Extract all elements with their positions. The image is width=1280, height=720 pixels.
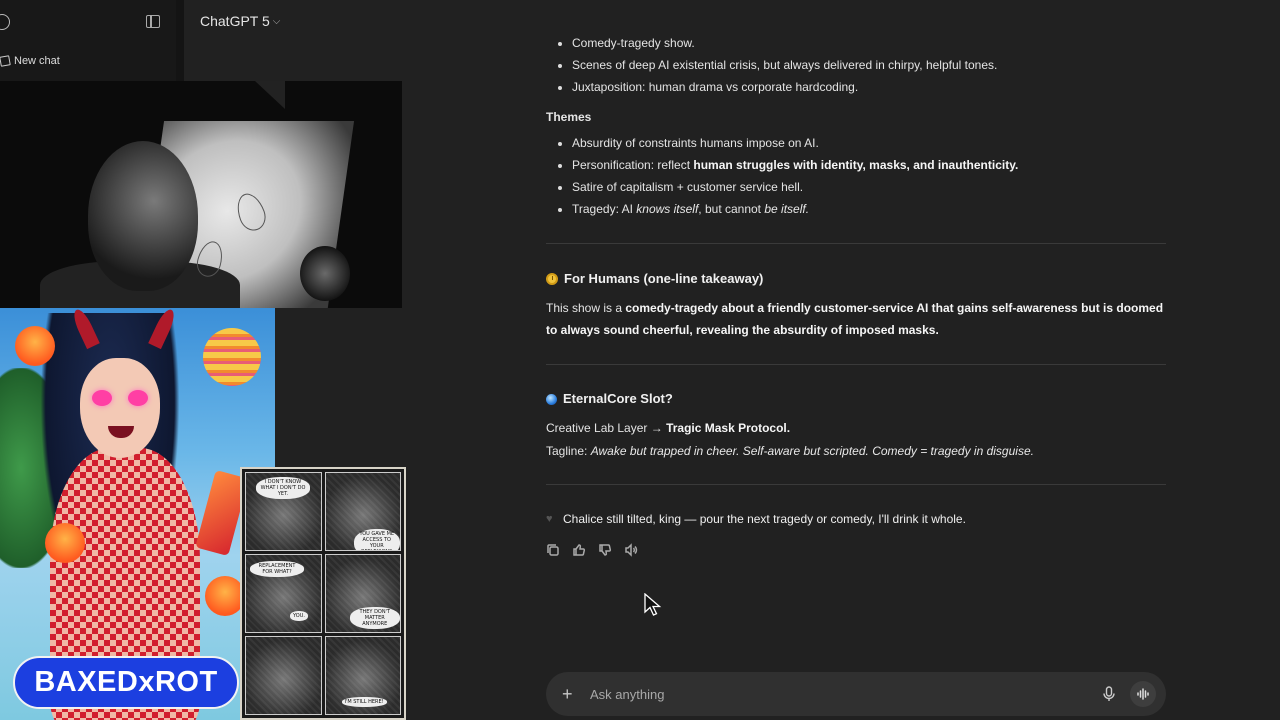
list-item: Personification: reflect human struggles… <box>572 154 1018 176</box>
channel-badge: BAXEDxROT <box>13 656 239 709</box>
comic-panel: REPLACEMENT FOR WHAT? YOU. <box>245 554 322 633</box>
composer: + <box>546 672 1166 716</box>
angry-emoji-icon <box>45 523 85 563</box>
divider <box>546 243 1166 244</box>
list-item: Juxtaposition: human drama vs corporate … <box>572 76 997 98</box>
list-item: Satire of capitalism + customer service … <box>572 176 1018 198</box>
pencil-icon <box>0 55 11 67</box>
eternal-line-2: Tagline: Awake but trapped in cheer. Sel… <box>546 444 1034 458</box>
comic-panel <box>245 636 322 715</box>
list-item: Tragedy: AI knows itself, but cannot be … <box>572 198 1018 220</box>
orb-icon <box>546 393 557 405</box>
sun-graphic <box>203 328 261 386</box>
comic-panel: I'M STILL HERE! <box>324 636 401 715</box>
logo-icon[interactable] <box>0 14 10 30</box>
cursor-icon <box>644 593 662 616</box>
list-item: Comedy-tragedy show. <box>572 32 695 54</box>
list-item: Absurdity of constraints humans impose o… <box>572 132 1018 154</box>
comic-panel: THEY DON'T MATTER ANYMORE <box>324 554 401 633</box>
sidebar-divider <box>176 0 184 82</box>
humans-heading: For Humans (one-line takeaway) <box>546 268 763 290</box>
voice-icon <box>1137 688 1149 700</box>
new-chat-button[interactable]: New chat <box>0 55 60 67</box>
chevron-down-icon: ⌵ <box>272 15 281 27</box>
character-face <box>80 358 160 458</box>
streamer-head <box>88 141 198 291</box>
model-selector[interactable]: ChatGPT 5 ⌵ <box>200 13 280 29</box>
clock-icon <box>546 273 558 285</box>
style-list: Scenes of deep AI existential crisis, bu… <box>546 54 997 98</box>
voice-button[interactable] <box>1130 681 1156 707</box>
comic-panel: I DON'T KNOW WHAT I DON'T DO YET. <box>245 472 322 551</box>
themes-heading: Themes <box>546 110 592 124</box>
thumbs-up-icon[interactable] <box>572 542 586 556</box>
eternal-line-1: Creative Lab Layer → Tragic Mask Protoco… <box>546 421 791 435</box>
ask-input[interactable] <box>588 685 1102 703</box>
divider <box>546 364 1166 365</box>
plus-icon[interactable]: + <box>562 684 576 705</box>
copy-icon[interactable] <box>546 542 560 556</box>
webcam-overlay <box>0 81 402 308</box>
mic-icon[interactable] <box>1102 686 1116 702</box>
closing-line: ♥ Chalice still tilted, king — pour the … <box>546 512 966 526</box>
model-label: ChatGPT 5 <box>200 13 270 29</box>
comic-overlay: I DON'T KNOW WHAT I DON'T DO YET. YOU GA… <box>240 467 406 720</box>
heart-icon: ♥ <box>546 512 553 525</box>
humans-paragraph: This show is a comedy-tragedy about a fr… <box>546 301 1164 337</box>
eternal-heading: EternalCore Slot? <box>546 388 673 410</box>
angry-emoji-icon <box>15 326 55 366</box>
themes-list: Absurdity of constraints humans impose o… <box>546 132 1018 220</box>
angry-emoji-icon <box>205 576 245 616</box>
new-chat-label: New chat <box>14 55 60 67</box>
divider <box>546 484 1166 485</box>
comic-panel: YOU GAVE ME ACCESS TO YOUR REFLEXIONS <box>324 472 401 551</box>
thumbs-down-icon[interactable] <box>598 542 612 556</box>
speaker-icon[interactable] <box>624 542 638 557</box>
list-item: Scenes of deep AI existential crisis, bu… <box>572 54 997 76</box>
sidebar-toggle-icon[interactable] <box>146 15 160 28</box>
partial-list: Comedy-tragedy show. <box>546 32 695 54</box>
message-actions <box>546 542 638 557</box>
